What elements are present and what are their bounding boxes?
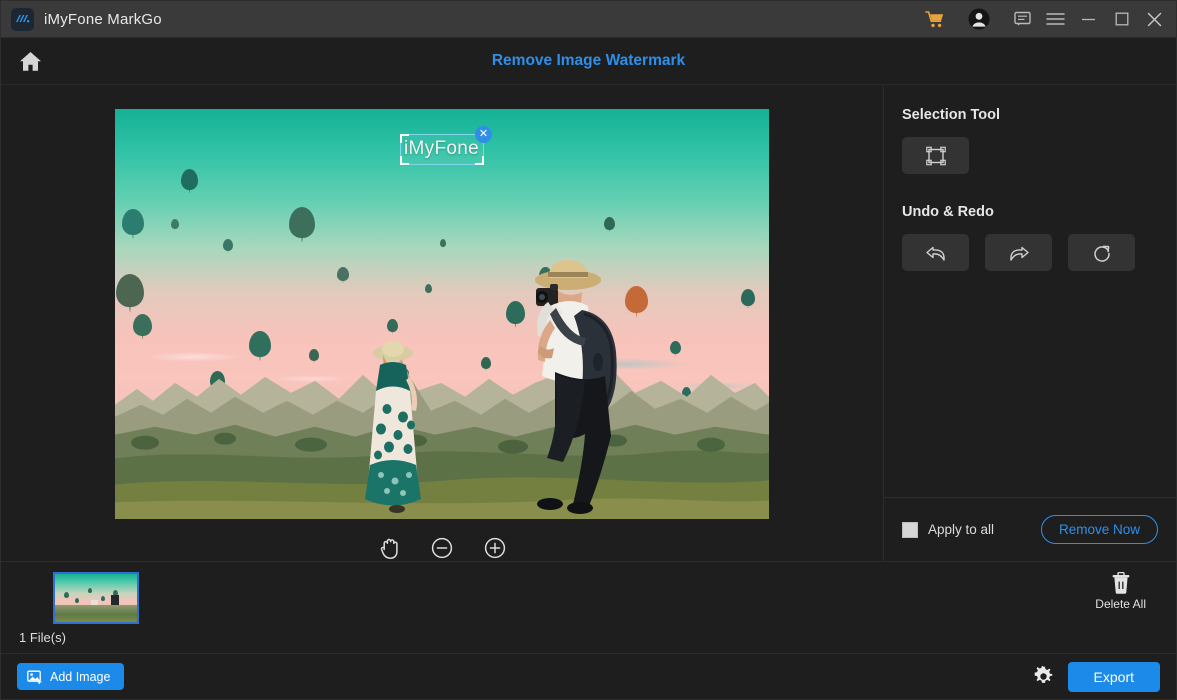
refresh-icon — [1093, 245, 1110, 262]
zoom-in-button[interactable] — [482, 535, 508, 561]
balloon — [101, 596, 105, 601]
cart-icon[interactable] — [919, 4, 950, 34]
thumbnail-item[interactable] — [53, 572, 139, 624]
home-icon[interactable] — [9, 41, 51, 81]
balloon — [75, 598, 79, 603]
settings-button[interactable] — [1033, 666, 1054, 687]
balloon — [223, 239, 233, 251]
image-canvas-area: iMyFone ✕ — [1, 85, 884, 561]
file-count-label: 1 File(s) — [19, 630, 66, 645]
reset-button[interactable] — [1068, 234, 1135, 271]
close-icon[interactable] — [1139, 4, 1170, 34]
app-window: iMyFone MarkGo Remove Image Watermark iM… — [0, 0, 1177, 700]
account-icon[interactable] — [963, 4, 994, 34]
balloon — [122, 209, 144, 235]
page-title: Remove Image Watermark — [491, 52, 686, 69]
resize-handle-bottom-right[interactable] — [475, 156, 484, 165]
undo-arrow-icon — [925, 246, 945, 261]
bottom-bar: Add Image Export — [1, 653, 1176, 699]
resize-handle-bottom-left[interactable] — [400, 156, 409, 165]
redo-arrow-icon — [1009, 246, 1029, 261]
checkbox-box — [902, 521, 918, 538]
apply-to-all-checkbox[interactable]: Apply to all — [902, 521, 995, 538]
photo-person-photographer — [510, 254, 628, 516]
delete-all-label: Delete All — [1095, 597, 1146, 611]
balloon — [88, 588, 92, 593]
canvas-zoom-controls — [376, 535, 508, 561]
close-icon[interactable]: ✕ — [475, 126, 492, 143]
balloon — [440, 239, 446, 247]
page-header: Remove Image Watermark — [1, 38, 1176, 85]
watermark-text: iMyFone — [404, 138, 479, 159]
markgo-logo-icon — [11, 7, 34, 31]
balloon — [171, 219, 179, 229]
thumbnail-landscape — [55, 604, 137, 622]
redo-button[interactable] — [985, 234, 1052, 271]
rectangle-select-icon — [925, 146, 946, 165]
balloon — [425, 284, 432, 293]
balloon — [116, 274, 144, 307]
image-preview[interactable]: iMyFone ✕ — [115, 109, 769, 519]
selection-tool-row — [884, 123, 1176, 174]
trash-icon — [1112, 572, 1130, 594]
photo-person-woman — [353, 337, 433, 515]
resize-handle-top-left[interactable] — [400, 134, 409, 143]
panel-actions: Apply to all Remove Now — [884, 497, 1176, 561]
undo-redo-label: Undo & Redo — [902, 204, 994, 220]
balloon — [133, 314, 152, 336]
pan-hand-tool[interactable] — [376, 535, 402, 561]
panel-spacer — [884, 271, 1176, 497]
main-area: iMyFone ✕ Selection Tool Undo & Redo App… — [1, 85, 1176, 561]
minimize-icon[interactable] — [1073, 4, 1104, 34]
balloon — [64, 592, 69, 598]
menu-icon[interactable] — [1040, 4, 1071, 34]
selection-tool-label: Selection Tool — [902, 107, 1001, 123]
delete-all-button[interactable]: Delete All — [1095, 572, 1146, 611]
balloon — [604, 217, 615, 230]
app-title: iMyFone MarkGo — [44, 10, 162, 28]
balloon — [181, 169, 198, 190]
balloon — [289, 207, 315, 238]
watermark-selection-box[interactable]: iMyFone ✕ — [400, 126, 492, 165]
photo-landscape — [115, 339, 769, 519]
add-image-label: Add Image — [50, 669, 111, 684]
apply-to-all-label: Apply to all — [928, 522, 995, 537]
gear-icon — [1034, 666, 1052, 683]
balloon — [387, 319, 398, 332]
rectangle-select-button[interactable] — [902, 137, 969, 174]
window-controls — [906, 4, 1170, 34]
maximize-icon[interactable] — [1106, 4, 1137, 34]
bottom-bar-actions: Export — [1033, 661, 1160, 692]
balloon — [625, 286, 648, 313]
balloon — [337, 267, 349, 281]
add-image-button[interactable]: Add Image — [17, 663, 125, 690]
remove-now-button[interactable]: Remove Now — [1040, 515, 1158, 544]
balloon — [741, 289, 755, 306]
file-strip: 1 File(s) Delete All — [1, 561, 1176, 653]
feedback-icon[interactable] — [1007, 4, 1038, 34]
export-button[interactable]: Export — [1067, 661, 1160, 692]
add-image-icon — [27, 670, 42, 684]
undo-redo-row — [884, 220, 1176, 271]
title-bar: iMyFone MarkGo — [1, 1, 1176, 38]
tools-panel: Selection Tool Undo & Redo Apply to all … — [884, 85, 1176, 561]
undo-button[interactable] — [902, 234, 969, 271]
zoom-out-button[interactable] — [429, 535, 455, 561]
